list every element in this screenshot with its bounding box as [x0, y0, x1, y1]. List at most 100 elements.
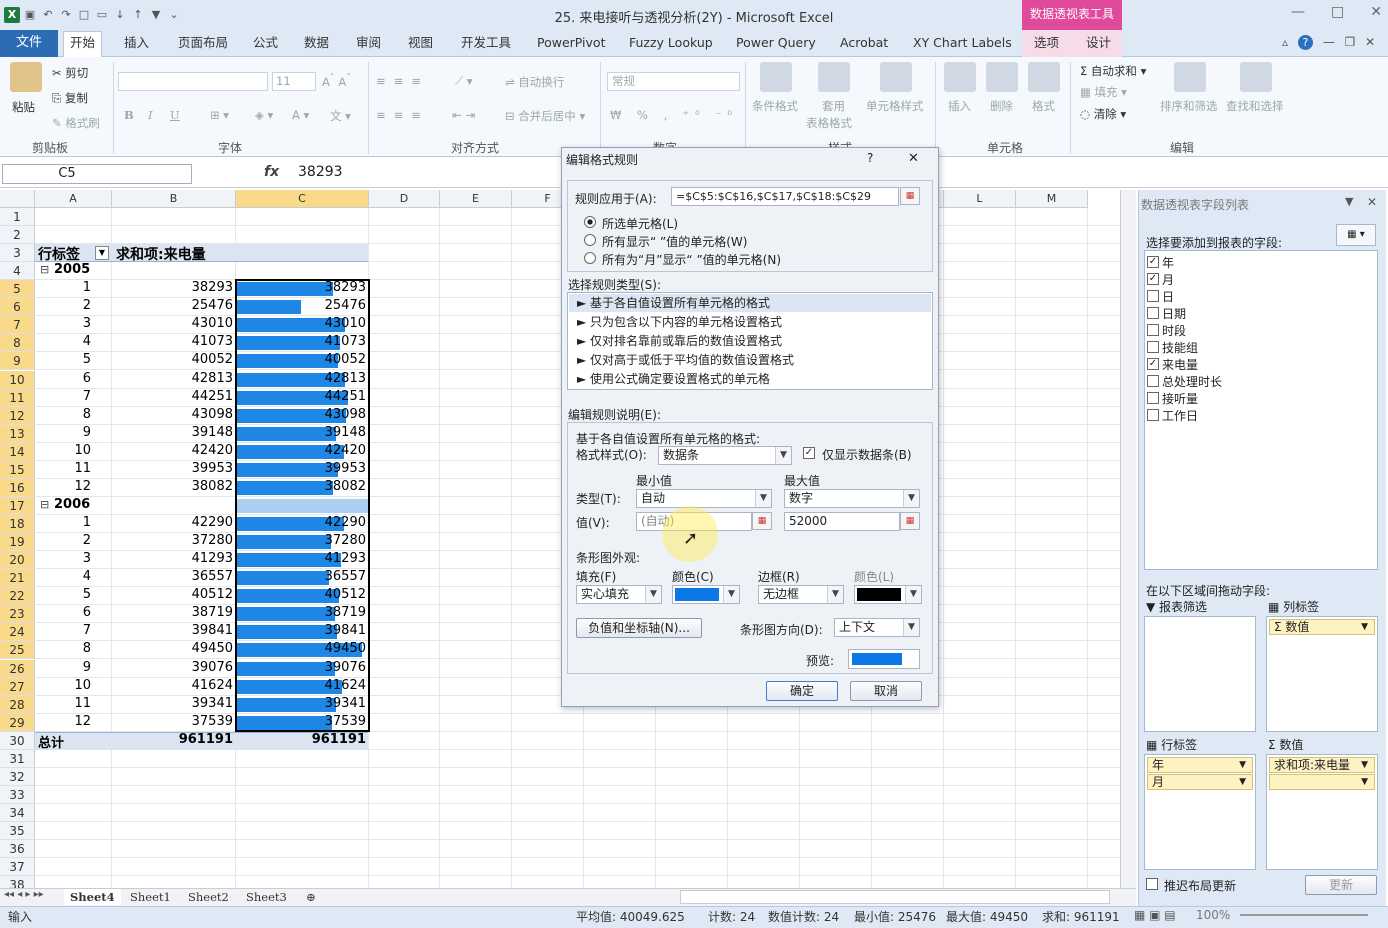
column-header-c[interactable]: C	[236, 190, 369, 208]
row-header[interactable]: 32	[0, 768, 35, 786]
tab-powerpivot[interactable]: PowerPivot	[531, 34, 611, 56]
field-checkbox[interactable]: ✓	[1147, 358, 1159, 370]
find-select-button[interactable]: 查找和选择	[1226, 98, 1284, 114]
value-cell-b[interactable]: 42290	[112, 515, 236, 530]
column-header-l[interactable]: L	[944, 190, 1016, 208]
field-checkbox[interactable]	[1147, 375, 1159, 387]
rule-type-item[interactable]: ► 仅对高于或低于平均值的数值设置格式	[569, 351, 931, 369]
delete-cells-icon[interactable]	[986, 62, 1018, 92]
row-header[interactable]: 8	[0, 334, 35, 352]
number-format-select[interactable]: 常规	[607, 72, 740, 91]
name-box[interactable]: C5	[2, 164, 192, 184]
field-checkbox[interactable]	[1147, 341, 1159, 353]
border-color-select[interactable]: ▼	[854, 585, 922, 604]
row-header[interactable]: 10	[0, 371, 35, 389]
value-cell-b[interactable]: 38293	[112, 280, 236, 295]
month-cell[interactable]: 12	[35, 479, 94, 494]
year-label[interactable]: 2005	[54, 262, 90, 277]
row-header[interactable]: 5	[0, 280, 35, 298]
new-sheet-icon[interactable]: ⊕	[300, 889, 322, 905]
column-header-a[interactable]: A	[35, 190, 112, 208]
range-picker-icon[interactable]: ▦	[900, 187, 920, 205]
month-cell[interactable]: 9	[35, 660, 94, 675]
field-label[interactable]: 接听量	[1162, 390, 1198, 407]
report-filter-area[interactable]	[1144, 616, 1256, 732]
row-header[interactable]: 13	[0, 425, 35, 443]
value-cell-b[interactable]: 49450	[112, 641, 236, 656]
column-header-d[interactable]: D	[369, 190, 440, 208]
tab-pivot-design[interactable]: 设计	[1080, 34, 1117, 56]
row-header[interactable]: 17	[0, 497, 35, 515]
cut-button[interactable]: ✂ 剪切	[52, 65, 88, 81]
font-name-select[interactable]	[118, 72, 268, 91]
max-value-picker-icon[interactable]: ▦	[900, 512, 920, 530]
value-cell-b[interactable]: 39953	[112, 461, 236, 476]
field-checkbox[interactable]: ✓	[1147, 273, 1159, 285]
row-header[interactable]: 23	[0, 605, 35, 623]
maximize-icon[interactable]: □	[1331, 4, 1344, 20]
value-item-sum[interactable]: 求和项:来电量 ▼	[1269, 757, 1375, 773]
paste-button[interactable]: 粘贴	[12, 99, 35, 115]
tab-file[interactable]: 文件	[0, 30, 58, 57]
month-cell[interactable]: 5	[35, 587, 94, 602]
indent-icons[interactable]: ⇤⇥	[452, 108, 479, 122]
row-header[interactable]: 6	[0, 298, 35, 316]
row-header[interactable]: 16	[0, 479, 35, 497]
sheet-tab-sheet3[interactable]: Sheet3	[240, 889, 293, 905]
field-label[interactable]: 年	[1162, 254, 1174, 271]
row-header[interactable]: 30	[0, 732, 35, 750]
value-cell-b[interactable]: 43010	[112, 316, 236, 331]
table-format-line2[interactable]: 表格格式	[806, 115, 852, 131]
horizontal-scrollbar[interactable]	[680, 890, 1110, 904]
merge-center-button[interactable]: ⊟ 合并后居中 ▾	[505, 108, 585, 124]
defer-update-checkbox[interactable]	[1146, 878, 1158, 890]
panel-menu-icon[interactable]: ▼	[1345, 195, 1353, 208]
delete-cells-button[interactable]: 删除	[990, 98, 1013, 114]
field-checkbox[interactable]	[1147, 307, 1159, 319]
row-header[interactable]: 28	[0, 696, 35, 714]
value-cell-b[interactable]: 41624	[112, 678, 236, 693]
value-cell-b[interactable]: 36557	[112, 569, 236, 584]
row-header[interactable]: 27	[0, 678, 35, 696]
month-cell[interactable]: 8	[35, 407, 94, 422]
dialog-help-button[interactable]: ?	[867, 151, 873, 165]
insert-cells-button[interactable]: 插入	[948, 98, 971, 114]
month-cell[interactable]: 2	[35, 533, 94, 548]
total-label[interactable]: 总计	[38, 732, 64, 751]
month-cell[interactable]: 1	[35, 280, 94, 295]
value-cell-b[interactable]: 37280	[112, 533, 236, 548]
font-color-icon[interactable]: A ▾	[292, 108, 309, 122]
value-cell-b[interactable]: 43098	[112, 407, 236, 422]
row-header[interactable]: 4	[0, 262, 35, 280]
row-header[interactable]: 22	[0, 587, 35, 605]
zoom-level[interactable]: 100%	[1196, 908, 1230, 922]
field-label[interactable]: 日	[1162, 288, 1174, 305]
row-item-month[interactable]: 月 ▼	[1147, 774, 1253, 790]
row-header[interactable]: 34	[0, 804, 35, 822]
find-select-icon[interactable]	[1240, 62, 1272, 92]
cell-styles-icon[interactable]	[880, 62, 912, 92]
autosum-button[interactable]: Σ 自动求和 ▾	[1080, 63, 1146, 79]
field-label[interactable]: 来电量	[1162, 356, 1198, 373]
tab-power-query[interactable]: Power Query	[730, 34, 822, 56]
pivot-row-label-header[interactable]: 行标签	[38, 244, 80, 264]
row-item-year[interactable]: 年 ▼	[1147, 757, 1253, 773]
month-cell[interactable]: 7	[35, 389, 94, 404]
insert-cells-icon[interactable]	[944, 62, 976, 92]
value-cell-b[interactable]: 41073	[112, 334, 236, 349]
row-label-filter-icon[interactable]: ▼	[95, 246, 109, 260]
grow-font-icon[interactable]: Aˆ Aˇ	[322, 73, 351, 89]
row-header[interactable]: 35	[0, 822, 35, 840]
value-cell-b[interactable]: 38082	[112, 479, 236, 494]
sort-filter-icon[interactable]	[1174, 62, 1206, 92]
value-cell-b[interactable]: 38719	[112, 605, 236, 620]
field-label[interactable]: 工作日	[1162, 407, 1198, 424]
format-cells-button[interactable]: 格式	[1032, 98, 1055, 114]
total-value-c[interactable]: 961191	[236, 732, 369, 747]
value-cell-b[interactable]: 39841	[112, 623, 236, 638]
month-cell[interactable]: 11	[35, 461, 94, 476]
row-header[interactable]: 26	[0, 660, 35, 678]
vertical-align-icons[interactable]: ≡≡≡	[376, 74, 429, 88]
row-header[interactable]: 7	[0, 316, 35, 334]
collapse-icon[interactable]: ⊟	[40, 498, 49, 511]
